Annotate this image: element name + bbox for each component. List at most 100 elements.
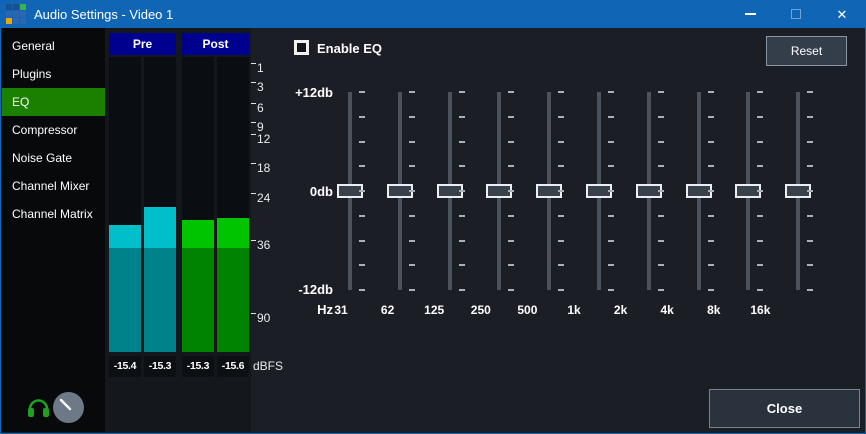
scale-tick-label: 18	[251, 161, 270, 175]
meter-readout: -15.3	[144, 356, 176, 377]
eq-tick	[558, 289, 564, 291]
freq-label-1k: 1k	[550, 303, 598, 317]
app-logo-square	[6, 18, 12, 24]
sidebar-item-general[interactable]: General	[2, 32, 105, 60]
freq-label-125: 125	[410, 303, 458, 317]
sidebar-item-noise-gate[interactable]: Noise Gate	[2, 144, 105, 172]
maximize-button[interactable]	[773, 0, 819, 28]
meter-readout: -15.4	[109, 356, 141, 377]
freq-label-31: 31	[317, 303, 365, 317]
eq-tick	[459, 240, 465, 242]
sidebar-item-channel-matrix[interactable]: Channel Matrix	[2, 200, 105, 228]
eq-band-16k	[774, 92, 822, 292]
freq-label-8k: 8k	[690, 303, 738, 317]
eq-tick	[359, 190, 365, 192]
eq-tick	[508, 289, 514, 291]
knob-pointer-icon	[53, 392, 84, 423]
eq-tick	[708, 91, 714, 93]
freq-label-500: 500	[503, 303, 551, 317]
eq-tick	[608, 116, 614, 118]
eq-tick	[459, 190, 465, 192]
sidebar-item-plugins[interactable]: Plugins	[2, 60, 105, 88]
scale-tick-label: 1	[251, 61, 264, 75]
sidebar-item-channel-mixer[interactable]: Channel Mixer	[2, 172, 105, 200]
eq-tick	[558, 264, 564, 266]
eq-tick	[409, 215, 415, 217]
eq-tick	[558, 141, 564, 143]
eq-tick	[807, 289, 813, 291]
titlebar: Audio Settings - Video 1 ✕	[1, 0, 865, 28]
app-logo-square	[6, 11, 12, 17]
enable-eq-label: Enable EQ	[317, 41, 382, 56]
eq-tick	[459, 264, 465, 266]
eq-tick	[508, 240, 514, 242]
eq-band-4k	[675, 92, 723, 292]
meter-channel	[182, 57, 214, 352]
eq-tick	[409, 91, 415, 93]
eq-tick	[708, 116, 714, 118]
meter-channel	[144, 57, 176, 352]
eq-band-8k	[724, 92, 772, 292]
meter-channel	[217, 57, 249, 352]
eq-tick	[409, 264, 415, 266]
eq-tick	[807, 240, 813, 242]
eq-tick	[558, 190, 564, 192]
eq-tick	[708, 165, 714, 167]
monitor-volume-knob[interactable]	[53, 392, 84, 423]
eq-tick	[708, 240, 714, 242]
sidebar-item-compressor[interactable]: Compressor	[2, 116, 105, 144]
eq-tick	[359, 91, 365, 93]
audio-settings-window: Audio Settings - Video 1 ✕ GeneralPlugin…	[0, 0, 866, 434]
meter-fill-dim	[144, 248, 176, 352]
close-window-button[interactable]: ✕	[819, 0, 865, 28]
eq-tick	[708, 289, 714, 291]
sidebar-item-eq[interactable]: EQ	[2, 88, 105, 116]
eq-tick	[807, 116, 813, 118]
eq-tick	[359, 289, 365, 291]
minimize-icon	[745, 13, 756, 15]
eq-band-1k	[575, 92, 623, 292]
headphones-icon[interactable]	[27, 395, 50, 419]
eq-tick	[459, 289, 465, 291]
eq-tick	[359, 264, 365, 266]
eq-tick	[409, 141, 415, 143]
eq-tick	[359, 141, 365, 143]
app-logo-square	[13, 11, 19, 17]
eq-tick	[757, 190, 763, 192]
reset-button[interactable]: Reset	[766, 36, 847, 66]
close-button[interactable]: Close	[709, 389, 860, 428]
eq-band-500	[525, 92, 573, 292]
eq-tick	[608, 215, 614, 217]
eq-tick	[508, 91, 514, 93]
eq-tick	[558, 116, 564, 118]
meter-readout: -15.6	[217, 356, 249, 377]
freq-label-2k: 2k	[597, 303, 645, 317]
enable-eq-checkbox[interactable]	[294, 40, 309, 55]
window-title: Audio Settings - Video 1	[34, 7, 173, 22]
eq-tick	[608, 240, 614, 242]
eq-tick	[608, 190, 614, 192]
meter-fill-dim	[182, 248, 214, 352]
eq-tick	[359, 165, 365, 167]
eq-tick	[508, 116, 514, 118]
eq-tick	[558, 240, 564, 242]
meter-readout: -15.3	[182, 356, 214, 377]
eq-tick	[409, 190, 415, 192]
eq-band-31	[326, 92, 374, 292]
eq-tick	[757, 215, 763, 217]
scale-tick-label: 6	[251, 101, 264, 115]
eq-tick	[658, 116, 664, 118]
eq-tick	[508, 264, 514, 266]
eq-tick	[558, 91, 564, 93]
eq-tick	[807, 264, 813, 266]
meter-fill-bright	[217, 218, 249, 248]
minimize-button[interactable]	[727, 0, 773, 28]
eq-tick	[807, 165, 813, 167]
eq-tick	[459, 141, 465, 143]
meter-channel	[109, 57, 141, 352]
close-icon: ✕	[837, 8, 848, 21]
eq-tick	[807, 141, 813, 143]
eq-tick	[359, 215, 365, 217]
app-logo-square	[20, 11, 26, 17]
scale-tick-label: 36	[251, 238, 270, 252]
